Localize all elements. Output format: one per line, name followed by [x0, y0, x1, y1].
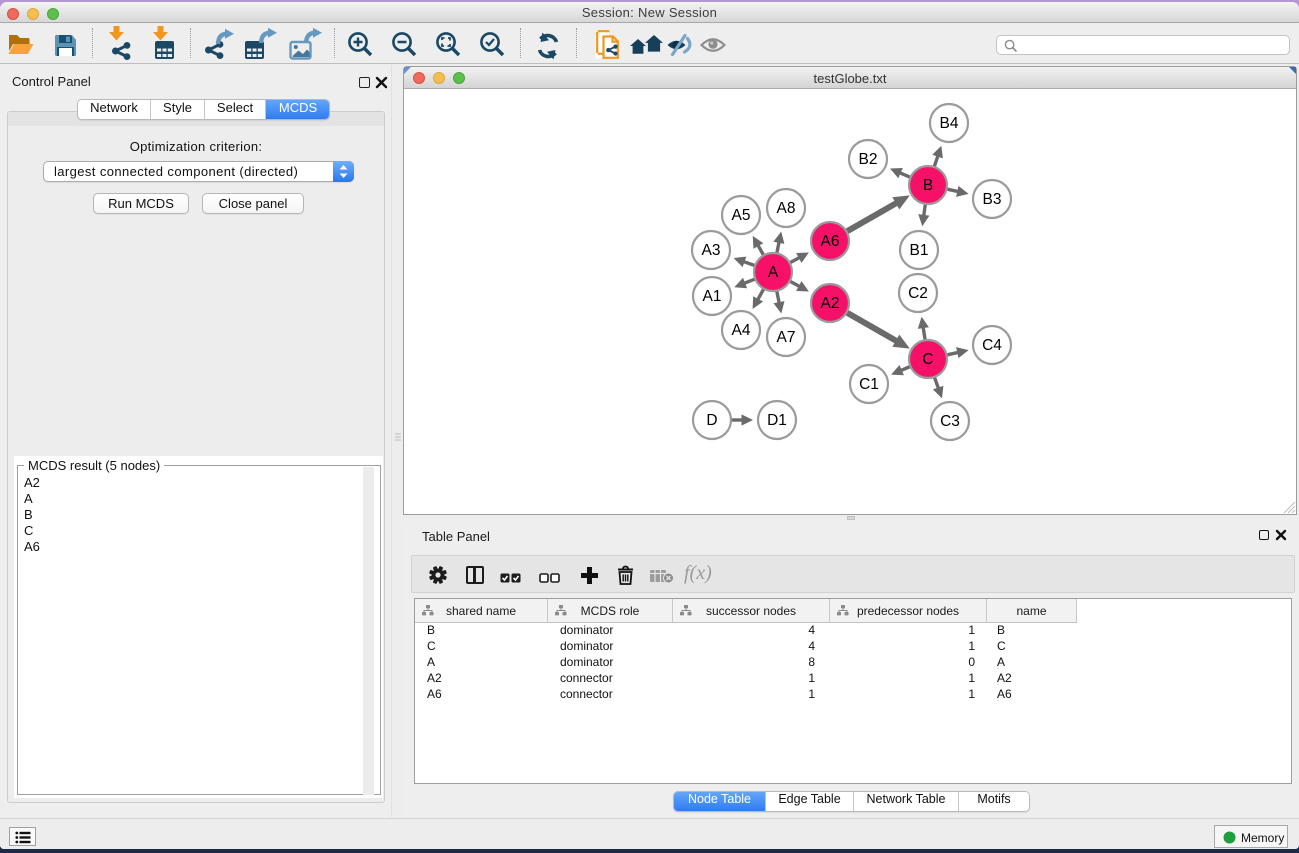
svg-text:B1: B1 — [910, 242, 929, 259]
svg-text:C2: C2 — [908, 285, 928, 302]
svg-text:B3: B3 — [983, 191, 1002, 208]
svg-text:C3: C3 — [940, 413, 960, 430]
svg-text:A5: A5 — [732, 207, 751, 224]
svg-text:A8: A8 — [777, 200, 796, 217]
svg-text:C: C — [922, 351, 933, 368]
svg-text:C4: C4 — [982, 337, 1002, 354]
svg-text:B4: B4 — [940, 115, 959, 132]
svg-text:A2: A2 — [821, 295, 840, 312]
svg-text:C1: C1 — [859, 376, 879, 393]
svg-text:B: B — [923, 177, 933, 194]
svg-text:A: A — [768, 264, 779, 281]
svg-text:A3: A3 — [702, 242, 721, 259]
svg-text:A4: A4 — [732, 322, 751, 339]
svg-text:A6: A6 — [821, 233, 840, 250]
svg-text:D: D — [706, 412, 717, 429]
svg-text:A1: A1 — [703, 288, 722, 305]
svg-text:D1: D1 — [767, 412, 787, 429]
svg-text:A7: A7 — [777, 329, 796, 346]
svg-text:B2: B2 — [859, 151, 878, 168]
